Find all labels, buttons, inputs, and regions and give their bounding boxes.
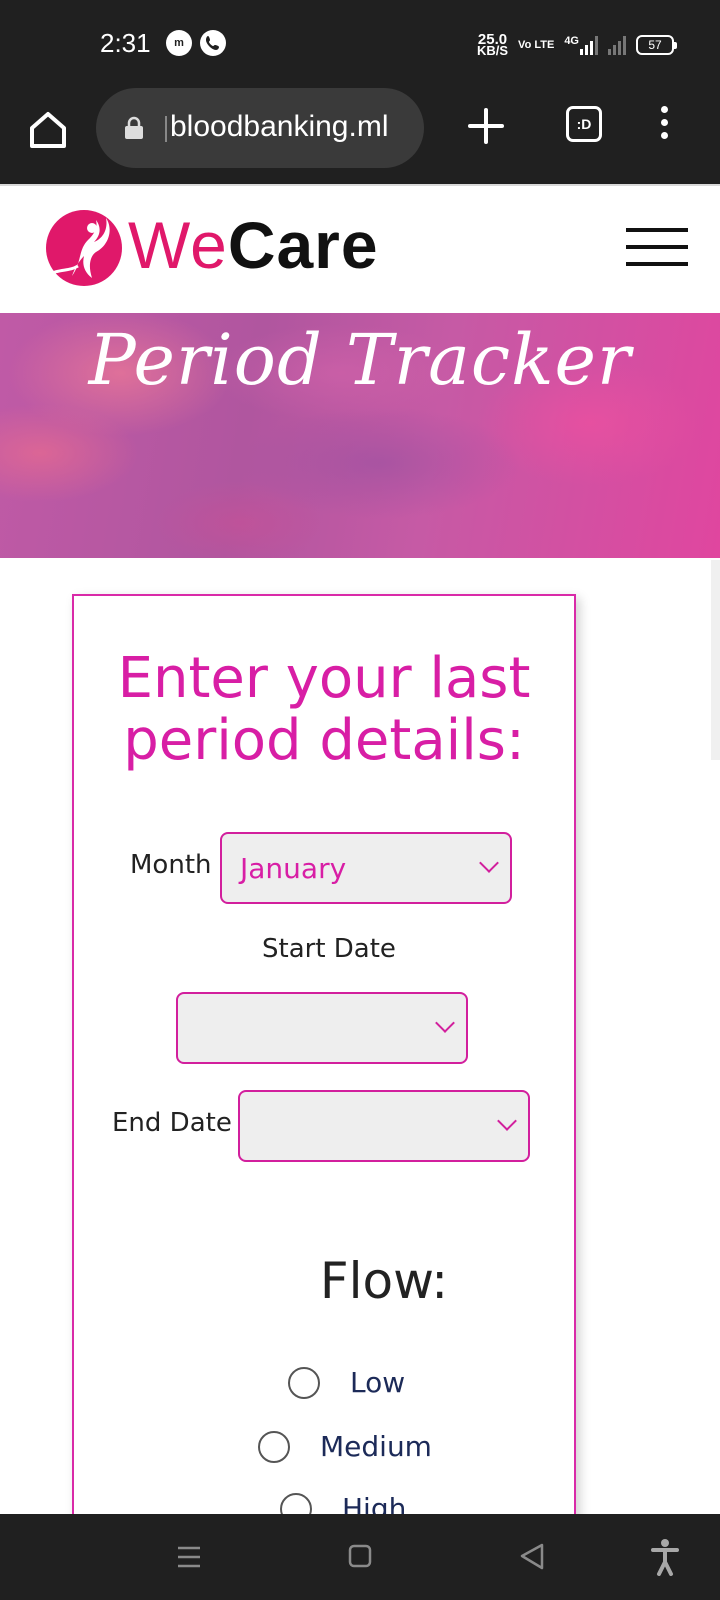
status-bar: 2:31 m 25.0 KB/S Vo LTE 4G 57 bbox=[0, 0, 720, 86]
status-indicators: 25.0 KB/S Vo LTE 4G 57 bbox=[476, 30, 677, 60]
recents-icon[interactable] bbox=[176, 1542, 202, 1572]
address-bar[interactable]: bloodbanking.ml bbox=[96, 88, 424, 168]
wecare-logo-text[interactable]: WeCare bbox=[128, 210, 379, 280]
url-text: bloodbanking.ml bbox=[164, 110, 389, 143]
start-date-label: Start Date bbox=[262, 934, 396, 964]
flow-option-label: Low bbox=[350, 1366, 406, 1399]
network-speed: 25.0 KB/S bbox=[476, 32, 509, 58]
tab-switcher-button[interactable]: :D bbox=[566, 106, 602, 142]
hamburger-menu-button[interactable] bbox=[626, 228, 688, 266]
lock-icon bbox=[125, 116, 143, 139]
logo-care: Care bbox=[227, 208, 379, 282]
more-vert-icon bbox=[652, 106, 676, 139]
flow-option-medium[interactable]: Medium bbox=[258, 1430, 432, 1463]
phone-icon bbox=[200, 30, 226, 56]
end-date-label: End Date bbox=[112, 1108, 232, 1138]
accessibility-icon[interactable] bbox=[650, 1538, 680, 1576]
chevron-down-icon bbox=[479, 853, 499, 873]
battery-icon: 57 bbox=[636, 35, 677, 55]
messenger-icon: m bbox=[166, 30, 192, 56]
page-title: Period Tracker bbox=[88, 319, 632, 401]
home-icon bbox=[30, 112, 66, 148]
signal-strength-sim2-icon bbox=[608, 35, 626, 55]
back-icon[interactable] bbox=[518, 1542, 546, 1572]
flow-heading: Flow: bbox=[319, 1252, 449, 1310]
month-label: Month bbox=[130, 850, 212, 880]
period-form-card: Enter your last period details: Month Ja… bbox=[72, 594, 576, 1524]
volte-icon: Vo LTE bbox=[518, 39, 555, 51]
status-time: 2:31 bbox=[100, 28, 151, 58]
network-speed-unit: KB/S bbox=[476, 43, 509, 58]
logo-we: We bbox=[128, 208, 228, 282]
month-select[interactable]: January bbox=[220, 832, 512, 904]
chevron-down-icon bbox=[497, 1111, 517, 1131]
site-header: WeCare bbox=[0, 184, 720, 313]
browser-home-button[interactable] bbox=[24, 106, 72, 154]
radio-button-medium[interactable] bbox=[258, 1430, 290, 1463]
end-date-select[interactable] bbox=[238, 1090, 530, 1162]
form-title-line2: period details: bbox=[123, 708, 525, 773]
menu-icon bbox=[626, 228, 688, 266]
hero-banner: Period Tracker bbox=[0, 313, 720, 558]
browser-toolbar: bloodbanking.ml :D bbox=[0, 86, 720, 184]
flow-option-label: Medium bbox=[320, 1430, 432, 1463]
chevron-down-icon bbox=[435, 1013, 455, 1033]
month-select-value: January bbox=[240, 852, 347, 885]
wecare-logo-icon[interactable] bbox=[42, 206, 124, 292]
browser-menu-button[interactable] bbox=[652, 106, 676, 146]
plus-icon bbox=[468, 108, 504, 144]
new-tab-button[interactable] bbox=[464, 104, 508, 148]
form-title: Enter your last period details: bbox=[74, 648, 574, 772]
home-icon[interactable] bbox=[348, 1542, 372, 1572]
form-title-line1: Enter your last bbox=[117, 646, 531, 711]
page-scrollbar[interactable] bbox=[711, 560, 720, 760]
network-type-label: 4G bbox=[564, 35, 579, 47]
signal-strength-icon: 4G bbox=[564, 35, 598, 55]
radio-button-low[interactable] bbox=[288, 1366, 320, 1399]
flow-option-low[interactable]: Low bbox=[288, 1366, 405, 1399]
system-navigation-bar bbox=[0, 1514, 720, 1600]
start-date-select[interactable] bbox=[176, 992, 468, 1064]
